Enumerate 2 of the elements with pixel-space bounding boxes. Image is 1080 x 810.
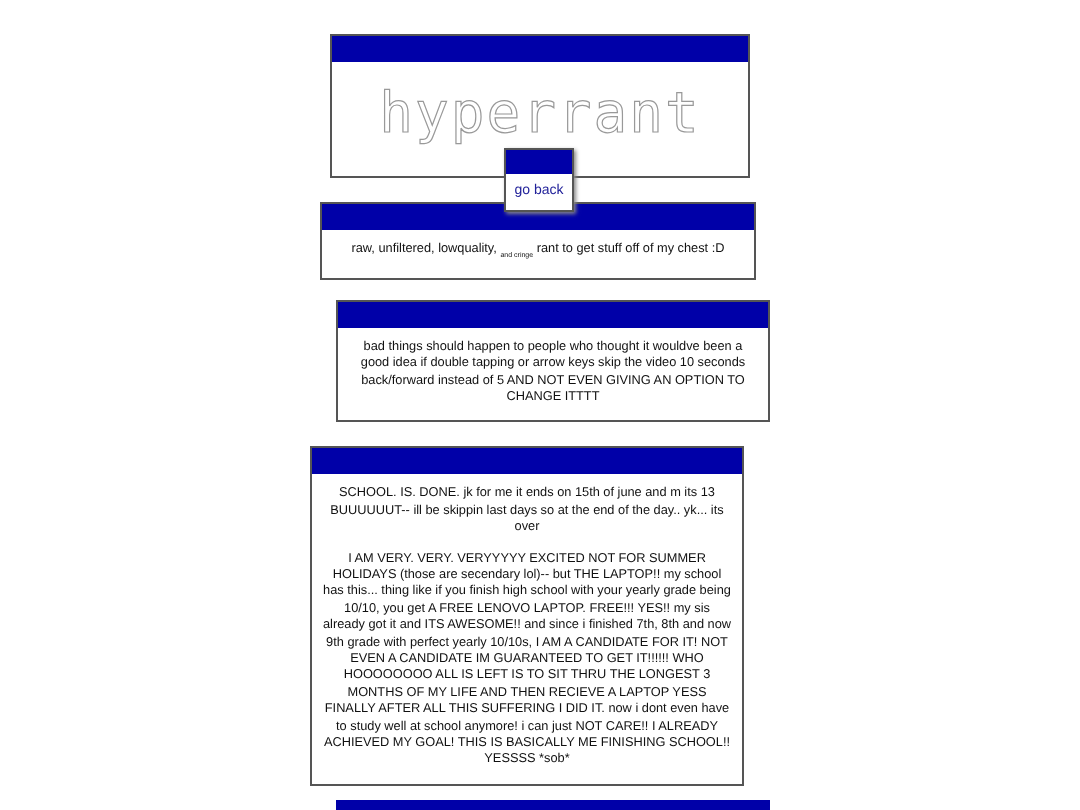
title-bar	[506, 150, 572, 174]
site-title: hyperrant	[379, 80, 701, 146]
